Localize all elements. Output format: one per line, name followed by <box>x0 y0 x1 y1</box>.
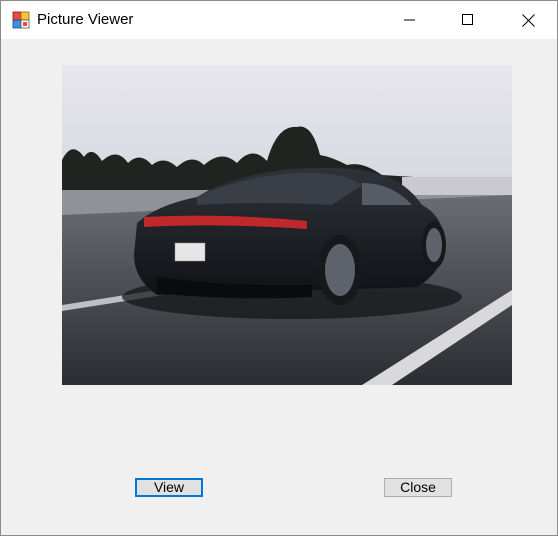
close-window-button[interactable] <box>499 1 557 39</box>
close-button[interactable]: Close <box>384 478 452 497</box>
minimize-button[interactable] <box>381 1 439 39</box>
maximize-icon <box>462 14 473 25</box>
minimize-icon <box>404 19 415 21</box>
close-icon <box>521 13 535 27</box>
picture-box <box>62 65 512 385</box>
picture-viewer-window: Picture Viewer View Close <box>0 0 558 536</box>
maximize-button[interactable] <box>439 1 497 39</box>
car-photo <box>62 65 512 385</box>
picture-viewer-app-icon <box>12 11 30 29</box>
view-button[interactable]: View <box>135 478 203 497</box>
title-bar[interactable]: Picture Viewer <box>1 1 557 39</box>
window-title: Picture Viewer <box>37 11 134 28</box>
